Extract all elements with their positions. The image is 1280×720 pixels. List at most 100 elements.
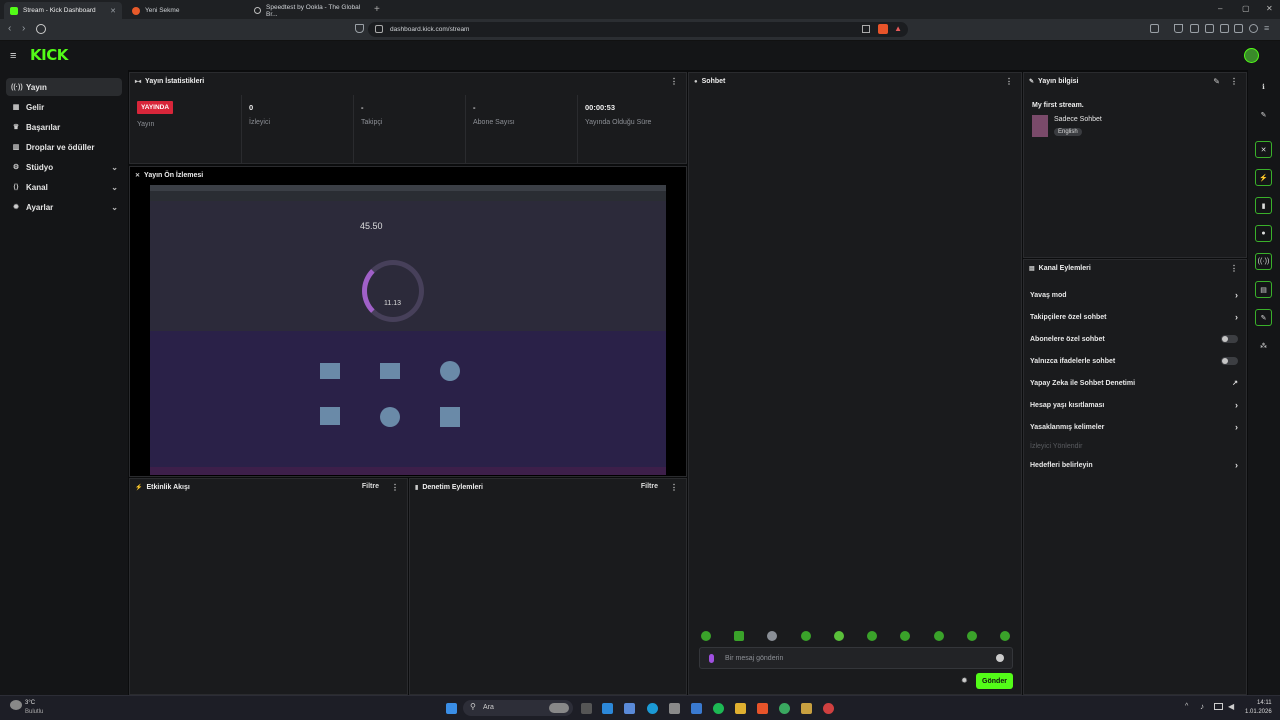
sidebar-item-droplar[interactable]: ▥ Droplar ve ödüller [6,138,122,156]
taskbar-search[interactable]: ⚲ Ara [463,700,573,716]
minimize-icon[interactable]: – [1218,4,1222,13]
back-icon[interactable]: ‹ [8,23,11,34]
emote-icon[interactable] [834,631,844,641]
sidebar-item-basarilar[interactable]: ♛ Başarılar [6,118,122,136]
close-tab-icon[interactable]: ✕ [110,7,116,15]
store-icon[interactable] [669,703,680,714]
maximize-icon[interactable]: ▢ [1242,4,1250,13]
action-ai-moderation[interactable]: Yapay Zeka ile Sohbet Denetimi ↗ [1030,376,1240,390]
emote-icon[interactable] [701,631,711,641]
emoji-icon[interactable] [996,654,1004,662]
new-tab-icon[interactable]: + [374,4,380,15]
stream-preview-video[interactable]: 45.50 11.13 [150,185,666,475]
address-bar[interactable]: dashboard.kick.com/stream ▲ [368,22,908,37]
emote-icon[interactable] [734,631,744,641]
bookmark-icon[interactable] [355,24,364,33]
app-icon-3[interactable] [823,703,834,714]
forward-icon[interactable]: › [22,23,25,34]
user-avatar[interactable] [1244,48,1259,63]
emote-icon[interactable] [1000,631,1010,641]
widgets-icon[interactable] [602,703,613,714]
sidebar-item-ayarlar[interactable]: ✹ Ayarlar ⌄ [6,198,122,216]
tab-speedtest[interactable]: Speedtest by Ookla - The Global Br... [248,2,370,19]
emote-icon[interactable] [867,631,877,641]
close-window-icon[interactable]: ✕ [1266,4,1273,13]
chrome-icon[interactable] [779,703,790,714]
pencil-icon[interactable]: ✎ [1255,106,1272,123]
kebab-menu-icon[interactable]: ⋮ [1005,77,1013,86]
add-widget-icon[interactable]: ⁂ [1255,337,1272,354]
site-info-icon[interactable] [375,25,383,33]
edit-pencil-icon[interactable]: ✎ [1213,77,1220,86]
activity-feed-panel: ⚡ Etkinlik Akışı Filtre ⋮ [129,478,408,695]
app-icon-2[interactable] [801,703,812,714]
filter-button[interactable]: Filtre [641,483,658,490]
action-set-goals[interactable]: Hedefleri belirleyin › [1030,458,1240,472]
downloads-icon[interactable] [1174,24,1183,33]
file-explorer-icon[interactable] [735,703,746,714]
reader-icon[interactable] [1205,24,1214,33]
tab-stream-kick-dashboard[interactable]: Stream - Kick Dashboard ✕ [4,2,122,19]
sidebar-item-yayin[interactable]: ((·)) Yayın [6,78,122,96]
sidebar-item-studyo[interactable]: ⚙ Stüdyo ⌄ [6,158,122,176]
share-icon[interactable] [862,25,870,33]
send-button[interactable]: Gönder [976,673,1013,689]
hamburger-menu-icon[interactable]: ≡ [10,50,16,62]
chat-settings-gear-icon[interactable]: ✹ [961,676,968,685]
sidebar-item-gelir[interactable]: ▦ Gelir [6,98,122,116]
spotify-icon[interactable] [713,703,724,714]
widget-activity-icon[interactable]: ⚡ [1255,169,1272,186]
kebab-menu-icon[interactable]: ⋮ [670,483,678,492]
action-account-age[interactable]: Hesap yaşı kısıtlaması › [1030,398,1240,412]
windows-start-icon[interactable] [446,703,457,714]
emote-icon[interactable] [767,631,777,641]
kebab-menu-icon[interactable]: ⋮ [670,77,678,86]
widget-stats-icon[interactable]: ✕ [1255,141,1272,158]
external-link-icon: ↗ [1232,380,1238,387]
microphone-icon[interactable] [709,654,714,663]
widget-tools-icon[interactable]: ✎ [1255,309,1272,326]
brave-shields-icon[interactable] [878,24,888,34]
language-tag: English [1054,128,1082,136]
edge-icon[interactable] [647,703,658,714]
volume-icon[interactable]: ◀ [1228,702,1234,711]
sidebar-item-kanal[interactable]: ⟨⟩ Kanal ⌄ [6,178,122,196]
kebab-menu-icon[interactable]: ⋮ [391,483,399,492]
kebab-menu-icon[interactable]: ⋮ [1230,264,1238,273]
emotes-only-toggle[interactable] [1221,357,1238,365]
emote-icon[interactable] [801,631,811,641]
emote-icon[interactable] [967,631,977,641]
sidebar-toggle-icon[interactable] [1150,24,1159,33]
brave-icon[interactable] [757,703,768,714]
subscribers-only-toggle[interactable] [1221,335,1238,343]
category-name[interactable]: Sadece Sohbet [1054,116,1102,123]
chat-input[interactable]: Bir mesaj gönderin [699,647,1013,669]
widget-moderation-icon[interactable]: ▮ [1255,197,1272,214]
action-followers-only[interactable]: Takipçilere özel sohbet › [1030,310,1240,324]
extensions-icon[interactable] [1220,24,1229,33]
task-view-icon[interactable] [581,703,592,714]
emote-icon[interactable] [900,631,910,641]
app-icon[interactable] [691,703,702,714]
kick-logo[interactable]: KICK [30,46,68,64]
vpn-icon[interactable] [1234,24,1243,33]
info-icon[interactable]: ℹ [1255,78,1272,95]
menu-icon[interactable]: ≡ [1264,23,1269,33]
reload-icon[interactable] [36,24,46,34]
microphone-tray-icon[interactable]: ♪ [1200,702,1204,711]
tray-chevron-icon[interactable]: ^ [1185,703,1188,710]
widget-actions-icon[interactable]: ▤ [1255,281,1272,298]
tab-new-tab[interactable]: Yeni Sekme [126,2,246,19]
wallet-icon[interactable] [1249,24,1258,33]
kebab-menu-icon[interactable]: ⋮ [1230,77,1238,86]
action-slow-mode[interactable]: Yavaş mod › [1030,288,1240,302]
widget-chat-icon[interactable]: ● [1255,225,1272,242]
emote-icon[interactable] [934,631,944,641]
copilot-icon[interactable] [624,703,635,714]
filter-button[interactable]: Filtre [362,483,379,490]
brave-rewards-icon[interactable]: ▲ [894,24,902,33]
network-icon[interactable] [1214,703,1223,710]
widget-stream-icon[interactable]: ((·)) [1255,253,1272,270]
screenshot-icon[interactable] [1190,24,1199,33]
action-banned-words[interactable]: Yasaklanmış kelimeler › [1030,420,1240,434]
